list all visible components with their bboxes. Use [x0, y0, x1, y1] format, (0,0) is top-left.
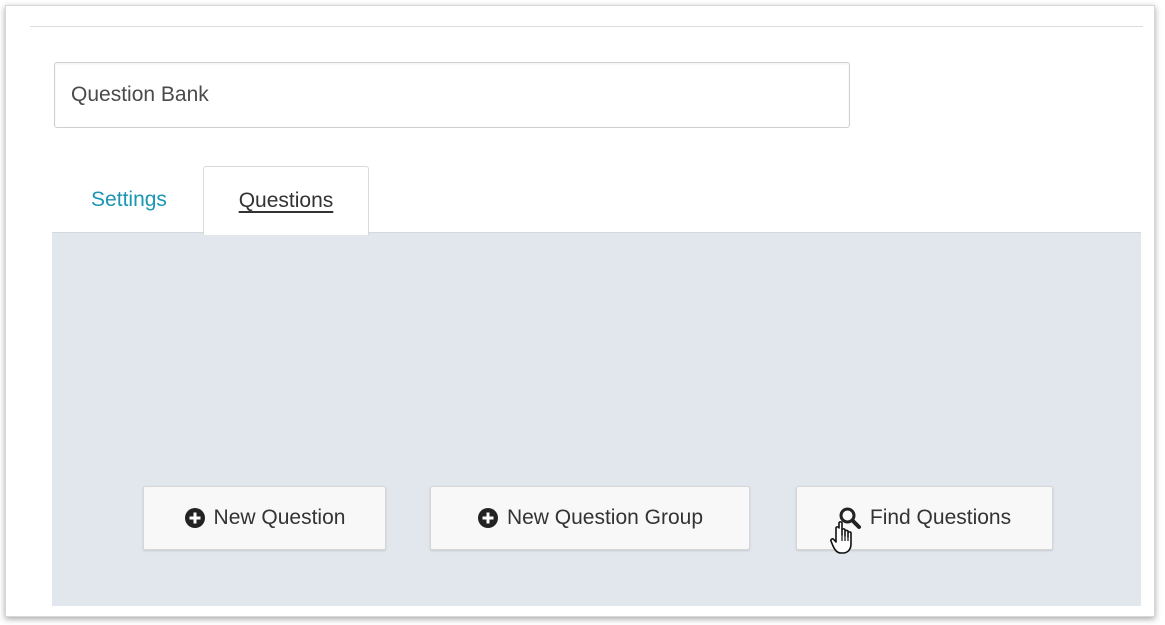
find-questions-button[interactable]: Find Questions	[796, 486, 1053, 550]
new-question-button[interactable]: New Question	[143, 486, 386, 550]
tab-settings[interactable]: Settings	[56, 166, 202, 233]
new-question-group-label: New Question Group	[506, 506, 704, 529]
plus-circle-icon	[477, 507, 499, 529]
question-bank-title-input[interactable]	[54, 62, 850, 128]
new-question-label: New Question	[213, 506, 346, 529]
find-questions-label: Find Questions	[869, 506, 1012, 529]
tab-questions-label: Questions	[238, 189, 334, 212]
search-icon	[838, 506, 862, 530]
questions-panel: New Question New Question Group Find Que…	[52, 232, 1141, 606]
tab-questions[interactable]: Questions	[203, 166, 369, 235]
question-bank-editor: Settings Questions New Question	[5, 5, 1155, 617]
plus-circle-icon	[184, 507, 206, 529]
tab-settings-label: Settings	[91, 187, 167, 211]
top-divider	[30, 26, 1143, 27]
new-question-group-button[interactable]: New Question Group	[430, 486, 750, 550]
